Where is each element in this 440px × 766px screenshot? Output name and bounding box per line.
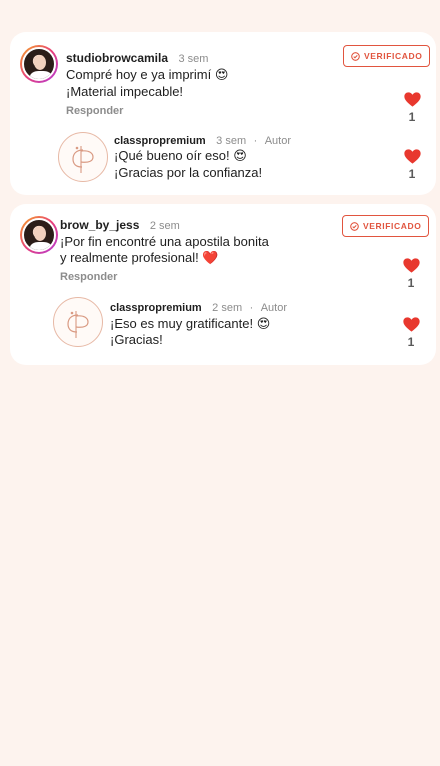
heart-icon[interactable] xyxy=(402,317,420,332)
comment-username[interactable]: brow_by_jess xyxy=(60,218,139,232)
like-count: 1 xyxy=(407,276,415,290)
reply-text-line: ¡Qué bueno oír eso! xyxy=(114,148,230,163)
avatar[interactable] xyxy=(20,216,58,254)
verified-badge: VERIFICADO xyxy=(342,215,430,237)
comment-time: 3 sem xyxy=(178,53,209,65)
reply-text-line: ¡Eso es muy gratificante! xyxy=(110,316,254,331)
reply-username[interactable]: classpropremium xyxy=(114,135,206,147)
like-count: 1 xyxy=(408,110,416,124)
heart-icon[interactable] xyxy=(403,149,421,164)
comment-text-line: Compré hoy e ya imprimí xyxy=(66,67,212,82)
comment-username[interactable]: studiobrowcamila xyxy=(66,51,168,65)
like-control[interactable]: 1 xyxy=(402,92,422,124)
heart-eyes-emoji: 😍 xyxy=(214,68,229,83)
reply-text-line: ¡Gracias por la confianza! xyxy=(114,165,263,180)
like-control[interactable]: 1 xyxy=(402,149,422,181)
check-circle-icon xyxy=(351,51,360,61)
heart-icon[interactable] xyxy=(402,258,420,273)
heart-icon[interactable] xyxy=(403,92,421,107)
reply-username[interactable]: classpropremium xyxy=(110,302,202,314)
comment-text-line: ¡Material impecable! xyxy=(66,84,184,99)
reply-time: 3 sem xyxy=(216,135,247,147)
comment-card: studiobrowcamila 3 sem VERIFICADO Compré… xyxy=(10,32,436,195)
reply-text-line: ¡Gracias! xyxy=(110,332,163,347)
like-control[interactable]: 1 xyxy=(401,317,421,349)
like-count: 1 xyxy=(407,335,415,349)
like-control[interactable]: 1 xyxy=(401,258,421,290)
heart-eyes-emoji: 😍 xyxy=(233,149,247,164)
comment-card: brow_by_jess 2 sem VERIFICADO ¡Por fin e… xyxy=(10,204,436,365)
avatar[interactable] xyxy=(20,45,58,83)
reply-button[interactable]: Responder xyxy=(66,105,123,117)
reply-time: 2 sem xyxy=(212,302,243,314)
separator-dot: · xyxy=(249,302,254,314)
brand-logo[interactable] xyxy=(53,297,103,347)
red-heart-emoji: ❤️ xyxy=(202,251,219,266)
author-label: Autor xyxy=(264,135,291,147)
comment-text-line: ¡Por fin encontré una apostila bonita xyxy=(60,234,269,249)
heart-eyes-emoji: 😍 xyxy=(256,317,271,332)
cp-monogram-icon xyxy=(67,311,89,338)
reply-button[interactable]: Responder xyxy=(60,271,117,283)
comment-text-line: y realmente profesional! xyxy=(60,250,199,265)
cp-monogram-icon xyxy=(72,146,94,173)
verified-label: VERIFICADO xyxy=(363,221,422,231)
comment-time: 2 sem xyxy=(149,220,180,232)
check-circle-icon xyxy=(350,221,359,231)
verified-badge: VERIFICADO xyxy=(343,45,431,67)
author-label: Autor xyxy=(260,302,287,314)
verified-label: VERIFICADO xyxy=(364,51,423,61)
brand-logo[interactable] xyxy=(58,132,108,182)
separator-dot: · xyxy=(253,135,258,147)
like-count: 1 xyxy=(408,167,416,181)
